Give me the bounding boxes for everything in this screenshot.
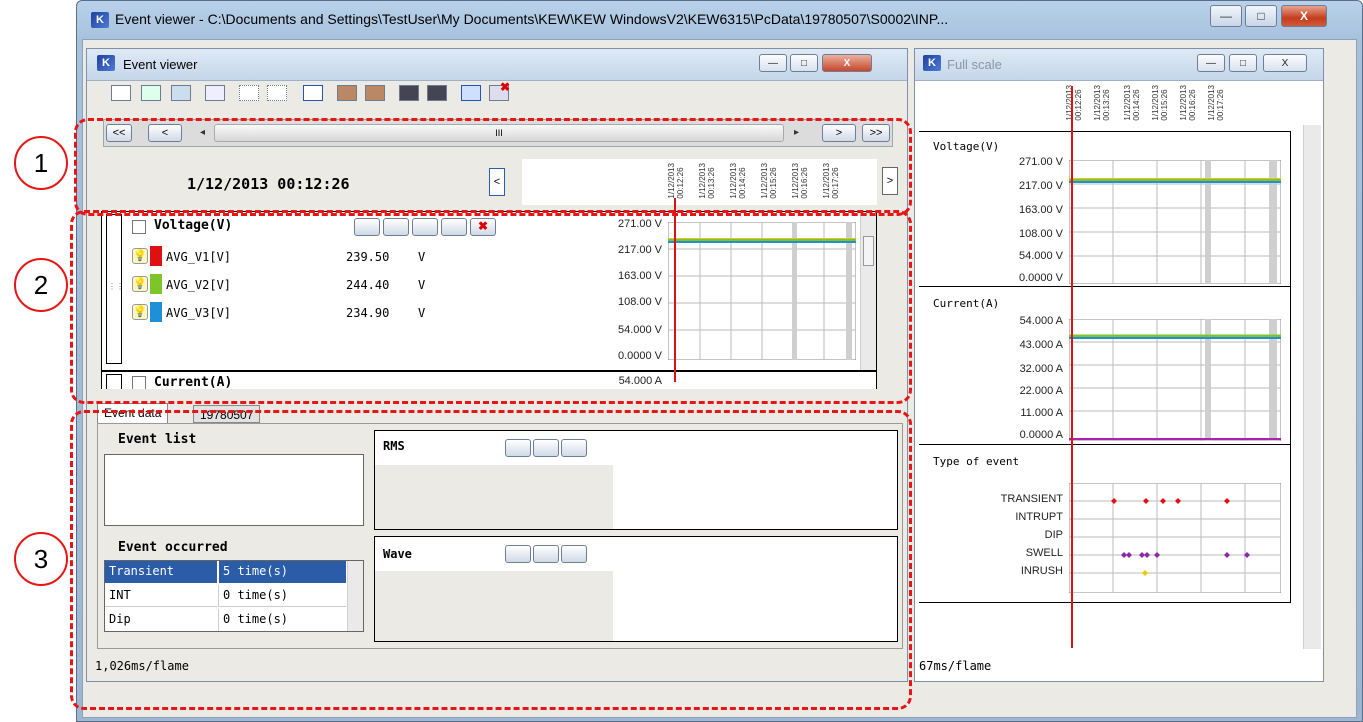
close-button[interactable]: X: [1263, 54, 1307, 72]
clipboard-2-icon[interactable]: [365, 85, 385, 101]
print-preview-icon[interactable]: [427, 85, 447, 101]
main-title-bar[interactable]: K Event viewer - C:\Documents and Settin…: [77, 1, 1362, 39]
fs-event-title: Type of event: [933, 455, 1020, 468]
close-button[interactable]: X: [822, 54, 872, 72]
y-tick: 108.00 V: [1018, 228, 1063, 240]
time-tick: 1/12/2013 00:15:26: [1151, 85, 1169, 121]
y-tick: 11.000 A: [1020, 407, 1063, 419]
delete-window-icon[interactable]: ✖: [489, 80, 510, 101]
full-scale-window: K Full scale — □ X 1/12/2013 00:12:26 1/…: [914, 48, 1324, 682]
annotation-box-3: [70, 410, 912, 710]
annotation-box-1: [74, 118, 912, 216]
annotation-marker-2: 2: [14, 258, 68, 312]
fs-current-title: Current(A): [933, 297, 1000, 310]
y-tick: 217.00 V: [1018, 180, 1063, 192]
y-tick: 32.000 A: [1019, 363, 1063, 375]
time-tick: 1/12/2013 00:16:26: [1179, 85, 1197, 121]
y-tick: 22.000 A: [1019, 385, 1063, 397]
event-type-label: INRUSH: [1020, 565, 1063, 577]
fs-current-panel: Current(A) 54.000 A 43.000 A 32.000 A 22…: [919, 287, 1291, 445]
time-tick: 1/12/2013 00:13:26: [1093, 85, 1111, 121]
minimize-button[interactable]: —: [1197, 54, 1225, 72]
y-tick: 271.00 V: [1018, 156, 1063, 168]
fs-voltage-title: Voltage(V): [933, 140, 1000, 153]
full-scale-time-axis: 1/12/2013 00:12:26 1/12/2013 00:13:26 1/…: [915, 83, 1305, 129]
y-tick: 43.000 A: [1019, 339, 1063, 351]
maximize-button[interactable]: □: [1229, 54, 1257, 72]
window-title: Event viewer - C:\Documents and Settings…: [115, 11, 949, 27]
full-scale-title: Full scale: [947, 57, 1002, 72]
event-type-label: SWELL: [1025, 547, 1063, 559]
event-type-label: INTRUPT: [1015, 511, 1063, 523]
cursor-line[interactable]: [1071, 86, 1073, 648]
layout-single-icon[interactable]: [111, 85, 131, 101]
y-tick: 54.000 A: [1019, 315, 1063, 327]
event-viewer-title-bar[interactable]: K Event viewer — □ X: [87, 49, 907, 81]
fs-voltage-plot: [1069, 160, 1281, 284]
event-type-label: TRANSIENT: [1000, 493, 1063, 505]
fs-current-plot: [1069, 319, 1281, 441]
maximize-button[interactable]: □: [790, 54, 818, 72]
print-icon[interactable]: [399, 85, 419, 101]
minimize-button[interactable]: —: [759, 54, 787, 72]
full-scale-scrollbar[interactable]: [1303, 125, 1321, 649]
y-tick: 163.00 V: [1018, 204, 1063, 216]
fs-voltage-panel: Voltage(V) 271.00 V 217.00 V 163.00 V 10…: [919, 131, 1291, 287]
y-tick: 54.000 V: [1018, 250, 1063, 262]
waveform-icon[interactable]: [141, 85, 161, 101]
paste-icon[interactable]: [267, 85, 287, 101]
minimize-button[interactable]: —: [1210, 5, 1242, 27]
kew-logo-icon: K: [923, 55, 941, 71]
fit-screen-icon[interactable]: [303, 85, 323, 101]
fs-event-panel: Type of event TRANSIENT INTRUPT DIP SWEL…: [919, 445, 1291, 603]
time-tick: 1/12/2013 00:17:26: [1207, 85, 1225, 121]
copy-icon[interactable]: [239, 85, 259, 101]
event-viewer-title: Event viewer: [123, 57, 198, 72]
y-tick: 0.0000 V: [1018, 272, 1063, 284]
full-scale-title-bar[interactable]: K Full scale — □ X: [915, 49, 1323, 81]
event-type-label: DIP: [1044, 529, 1063, 541]
time-tick: 1/12/2013 00:12:26: [1065, 85, 1083, 121]
annotation-box-2: [70, 210, 912, 404]
close-button[interactable]: X: [1281, 5, 1327, 27]
maximize-button[interactable]: □: [1245, 5, 1277, 27]
fs-event-plot: [1069, 483, 1281, 593]
y-tick: 0.0000 A: [1019, 429, 1063, 441]
edit-icon[interactable]: [205, 85, 225, 101]
annotation-marker-3: 3: [14, 532, 68, 586]
status-text: 67ms/flame: [919, 659, 992, 673]
annotation-marker-1: 1: [14, 136, 68, 190]
time-tick: 1/12/2013 00:14:26: [1123, 85, 1141, 121]
kew-logo-icon: K: [97, 55, 115, 71]
table-icon[interactable]: [171, 85, 191, 101]
kew-logo-icon: K: [91, 12, 109, 28]
clipboard-icon[interactable]: [337, 85, 357, 101]
window-icon[interactable]: [461, 85, 481, 101]
